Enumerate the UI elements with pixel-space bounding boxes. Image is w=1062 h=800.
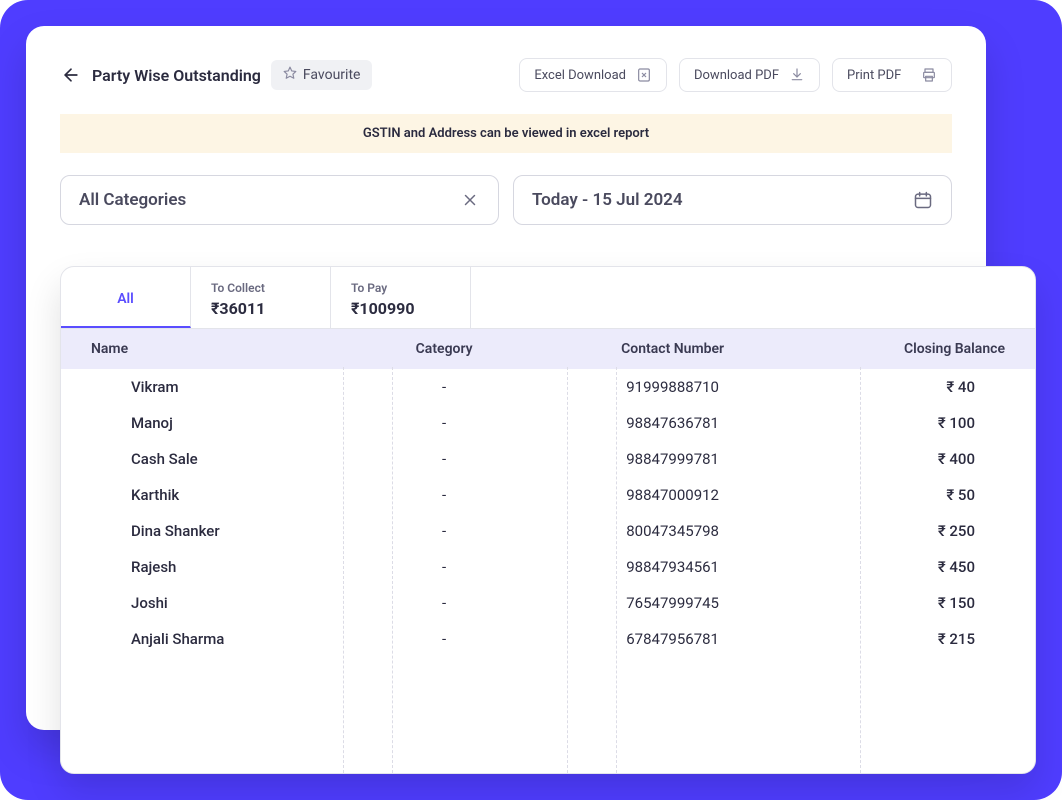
- download-pdf-button[interactable]: Download PDF: [679, 58, 820, 92]
- page-title: Party Wise Outstanding: [92, 66, 261, 85]
- star-icon: [283, 66, 297, 84]
- table-row[interactable]: Vikram-91999888710₹ 40: [61, 369, 1035, 405]
- notice-bar: GSTIN and Address can be viewed in excel…: [60, 114, 952, 153]
- cell-category: -: [340, 594, 548, 612]
- table-row[interactable]: Manoj-98847636781₹ 100: [61, 405, 1035, 441]
- header-actions: Excel Download Download PDF Print PDF: [519, 58, 952, 92]
- cell-balance: ₹ 150: [797, 594, 1005, 612]
- tab-all-label: All: [117, 291, 134, 307]
- cell-balance: ₹ 100: [797, 414, 1005, 432]
- cell-contact: 76547999745: [548, 594, 797, 612]
- cell-contact: 67847956781: [548, 630, 797, 648]
- tab-to-collect[interactable]: To Collect ₹36011: [191, 267, 331, 328]
- table-row[interactable]: Anjali Sharma-67847956781₹ 215: [61, 621, 1035, 657]
- col-category: Category: [340, 341, 548, 357]
- col-balance: Closing Balance: [797, 341, 1005, 357]
- close-icon[interactable]: [460, 190, 480, 210]
- cell-balance: ₹ 250: [797, 522, 1005, 540]
- table-header: Name Category Contact Number Closing Bal…: [61, 329, 1035, 369]
- category-filter[interactable]: All Categories: [60, 175, 499, 225]
- calendar-icon: [913, 190, 933, 210]
- filter-row: All Categories Today - 15 Jul 2024: [60, 175, 952, 225]
- cell-name: Dina Shanker: [91, 522, 340, 540]
- cell-name: Joshi: [91, 594, 340, 612]
- tab-to-pay[interactable]: To Pay ₹100990: [331, 267, 471, 328]
- tab-to-collect-value: ₹36011: [211, 299, 310, 318]
- print-pdf-label: Print PDF: [847, 68, 901, 83]
- download-pdf-label: Download PDF: [694, 68, 779, 83]
- cell-category: -: [340, 522, 548, 540]
- cell-balance: ₹ 215: [797, 630, 1005, 648]
- table-row[interactable]: Joshi-76547999745₹ 150: [61, 585, 1035, 621]
- tab-to-collect-label: To Collect: [211, 281, 310, 295]
- tab-to-pay-label: To Pay: [351, 281, 450, 295]
- tab-all[interactable]: All: [61, 267, 191, 328]
- excel-download-button[interactable]: Excel Download: [519, 58, 667, 92]
- cell-balance: ₹ 50: [797, 486, 1005, 504]
- printer-icon: [921, 67, 937, 83]
- date-filter-value: Today - 15 Jul 2024: [532, 190, 683, 210]
- favourite-button[interactable]: Favourite: [271, 60, 373, 90]
- cell-balance: ₹ 40: [797, 378, 1005, 396]
- cell-name: Manoj: [91, 414, 340, 432]
- cell-contact: 98847636781: [548, 414, 797, 432]
- favourite-label: Favourite: [303, 67, 361, 83]
- cell-contact: 98847000912: [548, 486, 797, 504]
- date-filter[interactable]: Today - 15 Jul 2024: [513, 175, 952, 225]
- cell-contact: 80047345798: [548, 522, 797, 540]
- col-contact: Contact Number: [548, 341, 797, 357]
- cell-category: -: [340, 450, 548, 468]
- table-row[interactable]: Cash Sale-98847999781₹ 400: [61, 441, 1035, 477]
- cell-name: Cash Sale: [91, 450, 340, 468]
- tab-to-pay-value: ₹100990: [351, 299, 450, 318]
- cell-category: -: [340, 378, 548, 396]
- table-card: All To Collect ₹36011 To Pay ₹100990 Nam…: [60, 266, 1036, 774]
- cell-category: -: [340, 414, 548, 432]
- col-name: Name: [91, 341, 340, 357]
- cell-name: Karthik: [91, 486, 340, 504]
- tabs-row: All To Collect ₹36011 To Pay ₹100990: [61, 267, 1035, 329]
- header: Party Wise Outstanding Favourite Excel D…: [60, 58, 952, 92]
- back-arrow-icon[interactable]: [60, 64, 82, 86]
- download-icon: [789, 67, 805, 83]
- cell-name: Rajesh: [91, 558, 340, 576]
- cell-balance: ₹ 450: [797, 558, 1005, 576]
- cell-category: -: [340, 630, 548, 648]
- excel-download-label: Excel Download: [534, 68, 626, 83]
- table-row[interactable]: Dina Shanker-80047345798₹ 250: [61, 513, 1035, 549]
- cell-category: -: [340, 486, 548, 504]
- cell-balance: ₹ 400: [797, 450, 1005, 468]
- category-filter-value: All Categories: [79, 190, 186, 210]
- excel-icon: [636, 67, 652, 83]
- table-row[interactable]: Rajesh-98847934561₹ 450: [61, 549, 1035, 585]
- cell-contact: 98847999781: [548, 450, 797, 468]
- cell-name: Anjali Sharma: [91, 630, 340, 648]
- cell-contact: 98847934561: [548, 558, 797, 576]
- cell-name: Vikram: [91, 378, 340, 396]
- table-body: Vikram-91999888710₹ 40Manoj-98847636781₹…: [61, 369, 1035, 657]
- table-row[interactable]: Karthik-98847000912₹ 50: [61, 477, 1035, 513]
- cell-contact: 91999888710: [548, 378, 797, 396]
- print-pdf-button[interactable]: Print PDF: [832, 58, 952, 92]
- cell-category: -: [340, 558, 548, 576]
